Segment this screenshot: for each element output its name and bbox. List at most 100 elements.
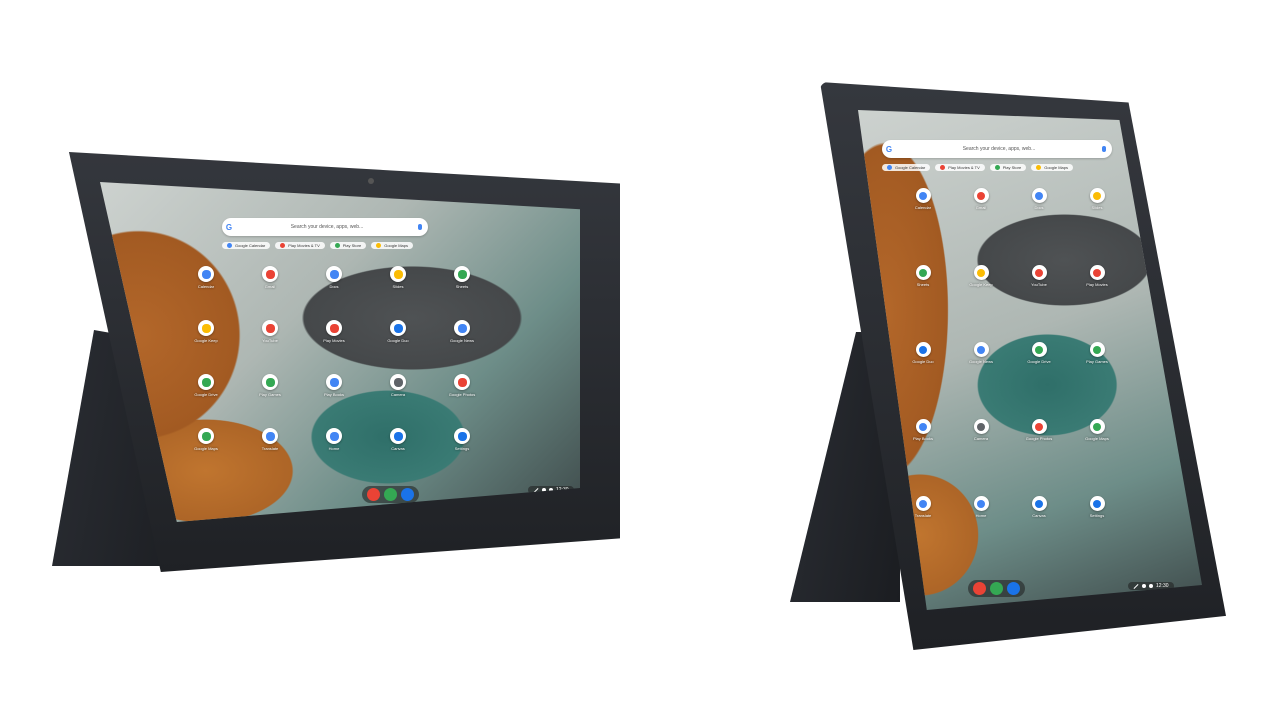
- suggestion-chip[interactable]: Play Movies & TV: [275, 242, 325, 249]
- front-camera: [368, 178, 374, 184]
- app-label: Settings: [1089, 513, 1105, 518]
- clock: 12:30: [1156, 583, 1169, 589]
- suggestion-chip[interactable]: Google Maps: [371, 242, 413, 249]
- app-tile[interactable]: Docs: [302, 266, 366, 320]
- launcher-search-bar[interactable]: G Search your device, apps, web...: [222, 218, 428, 236]
- app-tile[interactable]: Sheets: [430, 266, 494, 320]
- app-tile[interactable]: Google News: [952, 342, 1010, 419]
- app-label: Google Drive: [194, 392, 218, 397]
- settings-icon: [1089, 496, 1105, 511]
- app-label: Canvas: [391, 446, 405, 451]
- docs-icon: [1031, 188, 1047, 203]
- chip-app-icon: [376, 243, 382, 248]
- app-tile[interactable]: Calendar: [894, 188, 952, 265]
- app-tile[interactable]: Google Keep: [174, 320, 238, 374]
- app-tile[interactable]: Settings: [430, 428, 494, 482]
- app-label: Translate: [914, 513, 932, 518]
- app-label: Google Maps: [1085, 436, 1109, 441]
- app-label: Google Keep: [194, 338, 218, 343]
- app-tile[interactable]: Canvas: [1010, 496, 1068, 573]
- app-tile[interactable]: Play Games: [1068, 342, 1126, 419]
- chip-label: Google Maps: [384, 243, 408, 248]
- app-tile[interactable]: Google Maps: [174, 428, 238, 482]
- chip-label: Google Calendar: [235, 243, 266, 248]
- tablet-screen: G Search your device, apps, web... Googl…: [100, 182, 580, 522]
- app-tile[interactable]: Google Photos: [430, 374, 494, 428]
- app-tile[interactable]: Play Games: [238, 374, 302, 428]
- suggestion-chip[interactable]: Play Store: [989, 164, 1027, 171]
- suggestion-chip[interactable]: Google Maps: [1031, 164, 1073, 171]
- app-tile[interactable]: Play Movies: [302, 320, 366, 374]
- mic-icon[interactable]: [1102, 146, 1106, 152]
- app-label: Canvas: [1032, 513, 1046, 518]
- play-books-icon: [915, 419, 931, 434]
- app-tile[interactable]: Docs: [1010, 188, 1068, 265]
- settings-icon: [454, 428, 470, 444]
- google-g-icon: G: [225, 222, 233, 232]
- translate-icon: [262, 428, 278, 444]
- app-tile[interactable]: Play Movies: [1068, 265, 1126, 342]
- app-tile[interactable]: Google Duo: [366, 320, 430, 374]
- app-tile[interactable]: Google Keep: [952, 265, 1010, 342]
- maps-icon: [198, 428, 214, 444]
- chip-app-icon: [227, 243, 232, 248]
- gmail-icon: [973, 188, 989, 203]
- app-tile[interactable]: Camera: [366, 374, 430, 428]
- chrome-icon[interactable]: [367, 488, 380, 501]
- duo-icon: [390, 320, 406, 336]
- slides-icon: [1089, 188, 1105, 203]
- app-label: Sheets: [455, 284, 469, 289]
- app-tile[interactable]: Sheets: [894, 265, 952, 342]
- play-store-icon[interactable]: [990, 582, 1003, 595]
- app-label: Camera: [390, 392, 406, 397]
- app-tile[interactable]: Calendar: [174, 266, 238, 320]
- app-label: Play Games: [1086, 359, 1108, 364]
- keep-icon: [198, 320, 214, 336]
- calendar-icon: [198, 266, 214, 282]
- app-tile[interactable]: Gmail: [238, 266, 302, 320]
- suggestion-chip[interactable]: Play Store: [329, 242, 367, 249]
- app-tile[interactable]: YouTube: [238, 320, 302, 374]
- files-icon[interactable]: [401, 488, 414, 501]
- drive-icon: [198, 374, 214, 390]
- app-tile[interactable]: Slides: [366, 266, 430, 320]
- app-label: Google Photos: [448, 392, 476, 397]
- app-tile[interactable]: Slides: [1068, 188, 1126, 265]
- app-tile[interactable]: Google Duo: [894, 342, 952, 419]
- app-tile[interactable]: Canvas: [366, 428, 430, 482]
- chip-app-icon: [334, 243, 340, 248]
- play-store-icon[interactable]: [384, 488, 397, 501]
- suggestion-chip[interactable]: Google Calendar: [222, 242, 271, 249]
- launcher-search-bar[interactable]: G Search your device, apps, web...: [882, 140, 1112, 158]
- sheets-icon: [454, 266, 470, 282]
- app-tile[interactable]: Settings: [1068, 496, 1126, 573]
- files-icon[interactable]: [1007, 582, 1020, 595]
- app-tile[interactable]: Google Drive: [174, 374, 238, 428]
- app-tile[interactable]: Camera: [952, 419, 1010, 496]
- app-tile[interactable]: Google Maps: [1068, 419, 1126, 496]
- suggestion-chips: Google Calendar Play Movies & TV Play Stor…: [222, 242, 413, 249]
- app-label: Google News: [968, 359, 993, 364]
- app-tile[interactable]: Play Books: [302, 374, 366, 428]
- mic-icon[interactable]: [418, 224, 422, 230]
- app-tile[interactable]: Translate: [238, 428, 302, 482]
- app-tile[interactable]: Google Drive: [1010, 342, 1068, 419]
- chip-label: Google Calendar: [895, 165, 926, 170]
- google-g-icon: G: [885, 144, 893, 154]
- app-tile[interactable]: Home: [952, 496, 1010, 573]
- chip-app-icon: [940, 165, 946, 170]
- suggestion-chip[interactable]: Google Calendar: [882, 164, 931, 171]
- app-label: Gmail: [975, 205, 987, 210]
- app-tile[interactable]: Google News: [430, 320, 494, 374]
- play-games-icon: [1089, 342, 1105, 357]
- app-tile[interactable]: Home: [302, 428, 366, 482]
- drive-icon: [1031, 342, 1047, 357]
- suggestion-chip[interactable]: Play Movies & TV: [935, 164, 985, 171]
- app-label: Play Books: [323, 392, 344, 397]
- app-tile[interactable]: Gmail: [952, 188, 1010, 265]
- app-tile[interactable]: Google Photos: [1010, 419, 1068, 496]
- chip-label: Google Maps: [1044, 165, 1068, 170]
- photos-icon: [454, 374, 470, 390]
- app-tile[interactable]: YouTube: [1010, 265, 1068, 342]
- chrome-icon[interactable]: [973, 582, 986, 595]
